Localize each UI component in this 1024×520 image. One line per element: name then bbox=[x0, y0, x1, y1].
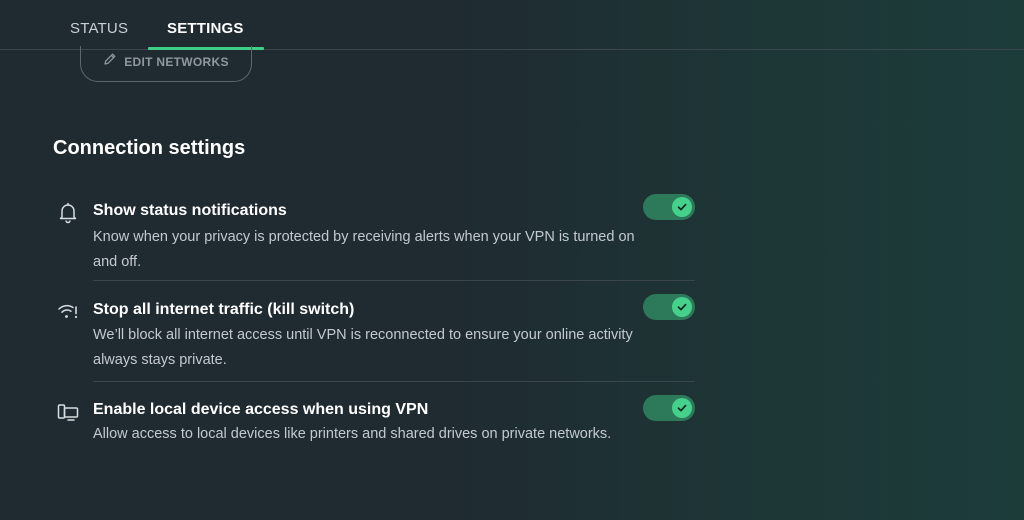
setting-row-notifications: Show status notifications Know when your… bbox=[53, 194, 695, 276]
check-icon bbox=[672, 297, 692, 317]
setting-title: Stop all internet traffic (kill switch) bbox=[93, 301, 355, 318]
check-icon bbox=[672, 197, 692, 217]
kill-switch-toggle[interactable] bbox=[643, 294, 695, 320]
local-access-toggle[interactable] bbox=[643, 395, 695, 421]
setting-description: We’ll block all internet access until VP… bbox=[93, 327, 633, 368]
setting-description: Allow access to local devices like print… bbox=[93, 426, 612, 442]
check-icon bbox=[672, 398, 692, 418]
notifications-toggle[interactable] bbox=[643, 194, 695, 220]
pencil-icon bbox=[103, 52, 117, 71]
setting-description: Know when your privacy is protected by r… bbox=[93, 229, 635, 270]
edit-networks-label: EDIT NETWORKS bbox=[124, 54, 229, 69]
tab-settings[interactable]: SETTINGS bbox=[167, 20, 244, 37]
edit-networks-button[interactable]: EDIT NETWORKS bbox=[80, 46, 252, 82]
tab-bar: STATUS SETTINGS bbox=[0, 0, 1024, 50]
devices-icon bbox=[56, 400, 80, 424]
setting-title: Enable local device access when using VP… bbox=[93, 401, 429, 418]
setting-title: Show status notifications bbox=[93, 202, 287, 219]
setting-row-kill-switch: Stop all internet traffic (kill switch) … bbox=[53, 294, 695, 374]
setting-row-local-access: Enable local device access when using VP… bbox=[53, 395, 695, 475]
divider bbox=[93, 381, 695, 382]
wifi-off-icon bbox=[56, 299, 80, 323]
divider bbox=[93, 280, 695, 281]
tab-status[interactable]: STATUS bbox=[70, 20, 128, 37]
section-title: Connection settings bbox=[53, 137, 246, 159]
bell-icon bbox=[56, 200, 80, 224]
